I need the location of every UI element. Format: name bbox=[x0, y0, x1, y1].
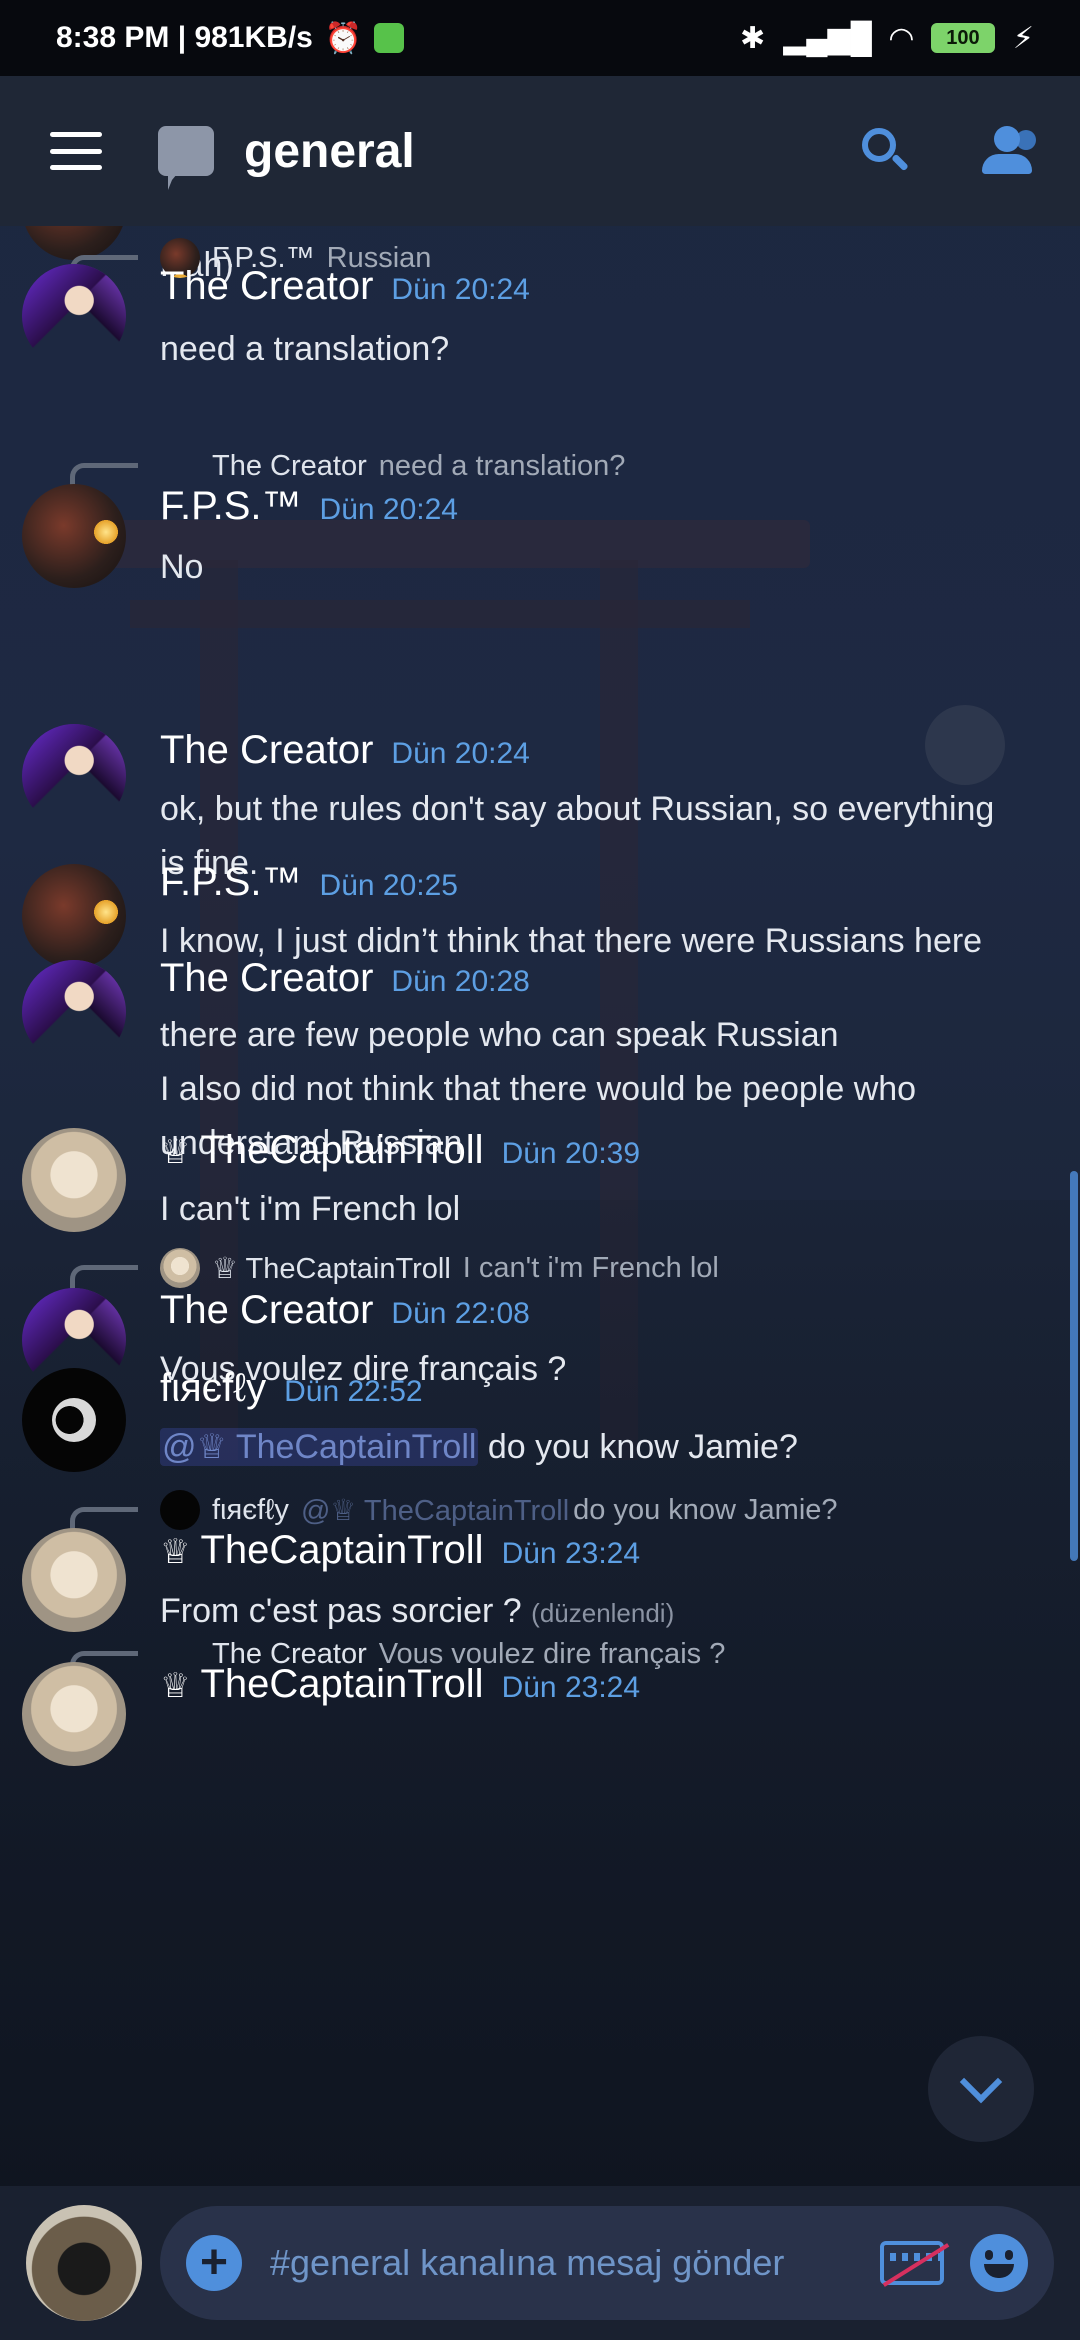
user-mention[interactable]: @♕ TheCaptainTroll bbox=[160, 1428, 479, 1466]
message-author[interactable]: The Creator bbox=[160, 1288, 373, 1333]
message-author[interactable]: ♕ TheCaptainTroll bbox=[160, 1528, 484, 1573]
wifi-icon: ◠ bbox=[889, 21, 913, 55]
message-timestamp: Dün 20:28 bbox=[391, 965, 530, 998]
crown-icon: ♕ bbox=[160, 1133, 191, 1171]
members-icon[interactable] bbox=[978, 126, 1040, 176]
edited-label: (düzenlendi) bbox=[531, 1598, 675, 1628]
jump-to-present-button[interactable] bbox=[928, 2036, 1034, 2142]
message-timestamp: Dün 22:08 bbox=[391, 1297, 530, 1330]
message-input-placeholder: #general kanalına mesaj gönder bbox=[270, 2242, 785, 2283]
crown-icon: ♕ bbox=[212, 1252, 238, 1285]
message-author[interactable]: ♕ TheCaptainTroll bbox=[160, 1662, 484, 1707]
message-text: No bbox=[160, 548, 204, 586]
reply-author: ♕ TheCaptainTroll bbox=[212, 1252, 451, 1285]
message-timestamp: Dün 22:52 bbox=[284, 1375, 423, 1408]
app-notification-icon bbox=[374, 23, 405, 53]
reply-mention: @♕ TheCaptainTroll bbox=[300, 1494, 570, 1527]
message-timestamp: Dün 23:24 bbox=[501, 1537, 641, 1570]
message-input[interactable]: + #general kanalına mesaj gönder bbox=[160, 2206, 1054, 2320]
avatar[interactable] bbox=[22, 1662, 126, 1766]
chevron-down-icon bbox=[959, 2060, 1003, 2104]
message-text: I can't i'm French lol bbox=[160, 1190, 461, 1228]
message-text: @♕ TheCaptainTroll do you know Jamie? bbox=[160, 1420, 1040, 1474]
reply-preview[interactable]: ♕ TheCaptainTroll I can't i'm French lol bbox=[70, 1246, 719, 1290]
avatar[interactable] bbox=[22, 1128, 126, 1232]
reply-text: need a translation? bbox=[378, 449, 626, 482]
message-author[interactable]: F.P.S.™ bbox=[160, 484, 302, 529]
avatar[interactable] bbox=[22, 724, 126, 828]
avatar[interactable] bbox=[22, 1368, 126, 1472]
message-timestamp: Dün 20:24 bbox=[319, 493, 458, 526]
alarm-icon: ⏰ bbox=[324, 21, 363, 55]
channel-title: general bbox=[244, 124, 415, 178]
message-author[interactable]: F.P.S.™ bbox=[160, 860, 302, 905]
battery-icon: 100 bbox=[930, 23, 995, 53]
bluetooth-icon: ✱ bbox=[740, 21, 766, 55]
message-text-rest: do you know Jamie? bbox=[478, 1428, 798, 1466]
message-line: ok, but the rules don't say about Russia… bbox=[160, 790, 995, 828]
text-channel-icon bbox=[158, 126, 214, 190]
avatar[interactable] bbox=[22, 484, 126, 588]
channel-header: general bbox=[0, 76, 1080, 226]
message-author[interactable]: The Creator bbox=[160, 264, 373, 309]
avatar[interactable] bbox=[22, 960, 126, 1064]
message-author[interactable]: fιяєfℓу bbox=[160, 1366, 266, 1411]
message-timestamp: Dün 20:25 bbox=[319, 869, 458, 902]
message-timestamp: Dün 20:24 bbox=[391, 273, 530, 306]
avatar[interactable] bbox=[22, 864, 126, 968]
status-time-speed: 8:38 PM | 981KB/s bbox=[56, 21, 313, 54]
status-bar: 8:38 PM | 981KB/s ⏰ ✱ ▂▄▆█ ◠ 100 ⚡ bbox=[0, 0, 1080, 76]
message-composer: + #general kanalına mesaj gönder bbox=[0, 2186, 1080, 2340]
reply-connector bbox=[70, 1265, 138, 1289]
reply-preview[interactable]: The Creator need a translation? bbox=[70, 444, 625, 488]
own-avatar[interactable] bbox=[26, 2205, 142, 2321]
message-line: From c'est pas sorcier ? bbox=[160, 1592, 522, 1630]
emoji-icon[interactable] bbox=[970, 2234, 1028, 2292]
avatar[interactable] bbox=[22, 1528, 126, 1632]
crown-icon: ♕ bbox=[160, 1667, 191, 1705]
message-timestamp: Dün 23:24 bbox=[501, 1671, 641, 1704]
message-author[interactable]: ♕ TheCaptainTroll bbox=[160, 1128, 484, 1173]
reply-text: do you know Jamie? bbox=[573, 1493, 838, 1526]
reply-avatar bbox=[160, 446, 200, 486]
reply-text: I can't i'm French lol bbox=[462, 1251, 719, 1284]
reply-avatar bbox=[160, 1248, 200, 1288]
add-attachment-button[interactable]: + bbox=[186, 2235, 242, 2291]
message-text: need a translation? bbox=[160, 330, 450, 368]
message-author[interactable]: The Creator bbox=[160, 956, 373, 1001]
message-timestamp: Dün 20:24 bbox=[391, 737, 530, 770]
message-list[interactable]: Hah) F.P.S.™ Russian The Creator Dün 20:… bbox=[0, 226, 1080, 2186]
reply-avatar bbox=[160, 1490, 200, 1530]
message-timestamp: Dün 20:39 bbox=[501, 1137, 641, 1170]
keyboard-off-icon[interactable] bbox=[880, 2241, 944, 2285]
reply-author: The Creator bbox=[212, 449, 367, 482]
reply-author: fιяєfℓу bbox=[212, 1493, 289, 1526]
scrollbar[interactable] bbox=[1070, 1171, 1078, 1561]
crown-icon: ♕ bbox=[160, 1533, 191, 1571]
message-author[interactable]: The Creator bbox=[160, 728, 373, 773]
message-line: there are few people who can speak Russi… bbox=[160, 1016, 839, 1054]
reply-preview[interactable]: fιяєfℓу @♕ TheCaptainTroll do you know J… bbox=[70, 1488, 838, 1532]
search-icon[interactable] bbox=[860, 126, 910, 176]
signal-icon: ▂▄▆█ bbox=[783, 21, 872, 55]
charging-icon: ⚡ bbox=[1012, 21, 1034, 55]
avatar[interactable] bbox=[22, 264, 126, 368]
message-line: I also did not think that there would be… bbox=[160, 1070, 917, 1108]
menu-icon[interactable] bbox=[50, 132, 102, 170]
